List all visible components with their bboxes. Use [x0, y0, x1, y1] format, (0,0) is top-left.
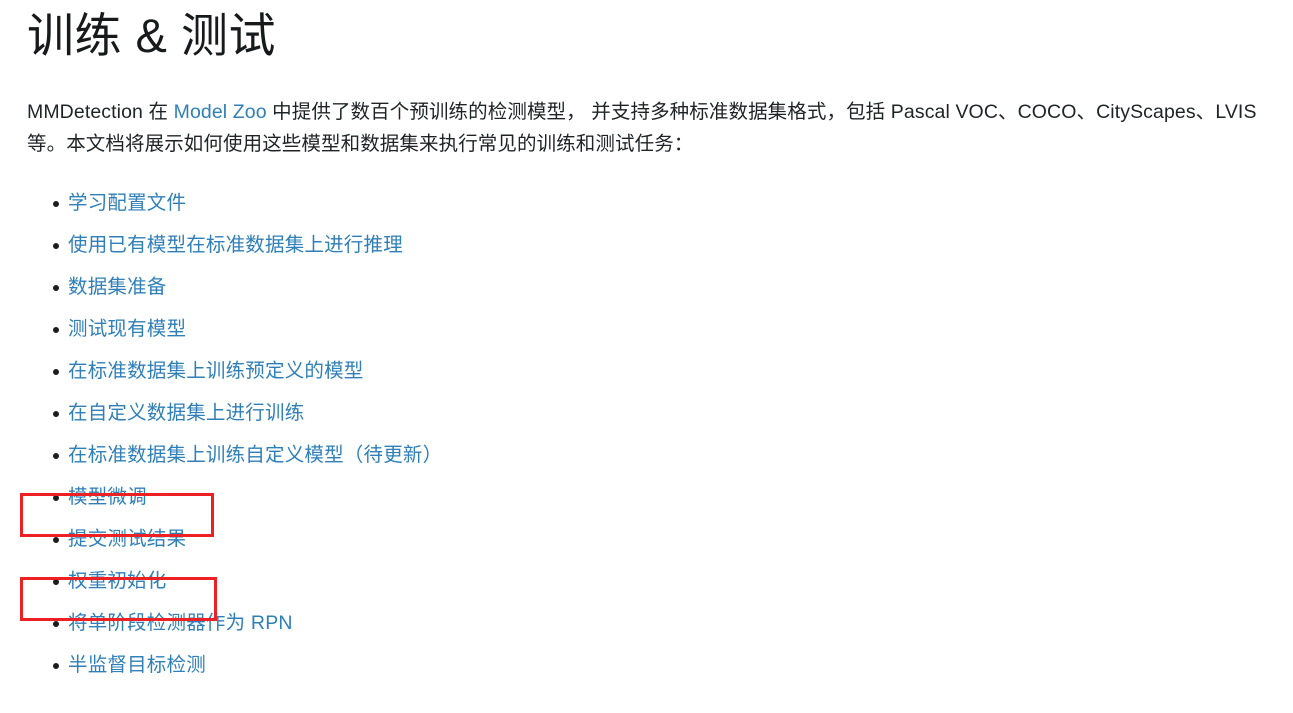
toc-link[interactable]: 半监督目标检测	[68, 655, 206, 676]
bullet-icon	[53, 452, 59, 459]
bullet-icon	[53, 494, 59, 501]
bullet-icon	[53, 326, 59, 333]
list-item[interactable]: 测试现有模型	[27, 309, 1273, 351]
page-title: 训练 & 测试	[27, 9, 276, 62]
list-item[interactable]: 学习配置文件	[27, 183, 1273, 225]
bullet-icon	[53, 620, 59, 627]
toc-link[interactable]: 学习配置文件	[68, 193, 186, 214]
model-zoo-link[interactable]: Model Zoo	[174, 101, 267, 123]
intro-paragraph: MMDetection 在 Model Zoo 中提供了数百个预训练的检测模型，…	[27, 97, 1273, 160]
toc-link[interactable]: 权重初始化	[68, 571, 167, 592]
bullet-icon	[53, 662, 59, 669]
bullet-icon	[53, 368, 59, 375]
list-item[interactable]: 在标准数据集上训练预定义的模型	[27, 351, 1273, 393]
toc-link[interactable]: 使用已有模型在标准数据集上进行推理	[68, 235, 403, 256]
list-item[interactable]: 将单阶段检测器作为 RPN	[27, 603, 1273, 645]
toc-link[interactable]: 测试现有模型	[68, 319, 186, 340]
table-of-contents-list: 学习配置文件 使用已有模型在标准数据集上进行推理 数据集准备 测试现有模型 在标…	[27, 183, 1273, 687]
list-item-model-finetune[interactable]: 模型微调	[27, 477, 1273, 519]
toc-link[interactable]: 提交测试结果	[68, 529, 186, 550]
list-item[interactable]: 数据集准备	[27, 267, 1273, 309]
bullet-icon	[53, 578, 59, 585]
toc-link[interactable]: 在自定义数据集上进行训练	[68, 403, 304, 424]
bullet-icon	[53, 284, 59, 291]
bullet-icon	[53, 410, 59, 417]
list-item[interactable]: 半监督目标检测	[27, 645, 1273, 687]
toc-link[interactable]: 在标准数据集上训练预定义的模型	[68, 361, 364, 382]
list-item[interactable]: 在自定义数据集上进行训练	[27, 393, 1273, 435]
document-page: 训练 & 测试 MMDetection 在 Model Zoo 中提供了数百个预…	[0, 0, 1293, 713]
toc-link[interactable]: 数据集准备	[68, 277, 167, 298]
toc-link[interactable]: 将单阶段检测器作为 RPN	[68, 613, 293, 634]
intro-text-before-link: MMDetection 在	[27, 101, 174, 124]
bullet-icon	[53, 242, 59, 249]
toc-link[interactable]: 在标准数据集上训练自定义模型（待更新）	[68, 445, 442, 466]
toc-link[interactable]: 模型微调	[68, 487, 147, 508]
list-item-weight-init[interactable]: 权重初始化	[27, 561, 1273, 603]
bullet-icon	[53, 536, 59, 543]
list-item[interactable]: 使用已有模型在标准数据集上进行推理	[27, 225, 1273, 267]
bullet-icon	[53, 200, 59, 207]
list-item[interactable]: 在标准数据集上训练自定义模型（待更新）	[27, 435, 1273, 477]
list-item[interactable]: 提交测试结果	[27, 519, 1273, 561]
